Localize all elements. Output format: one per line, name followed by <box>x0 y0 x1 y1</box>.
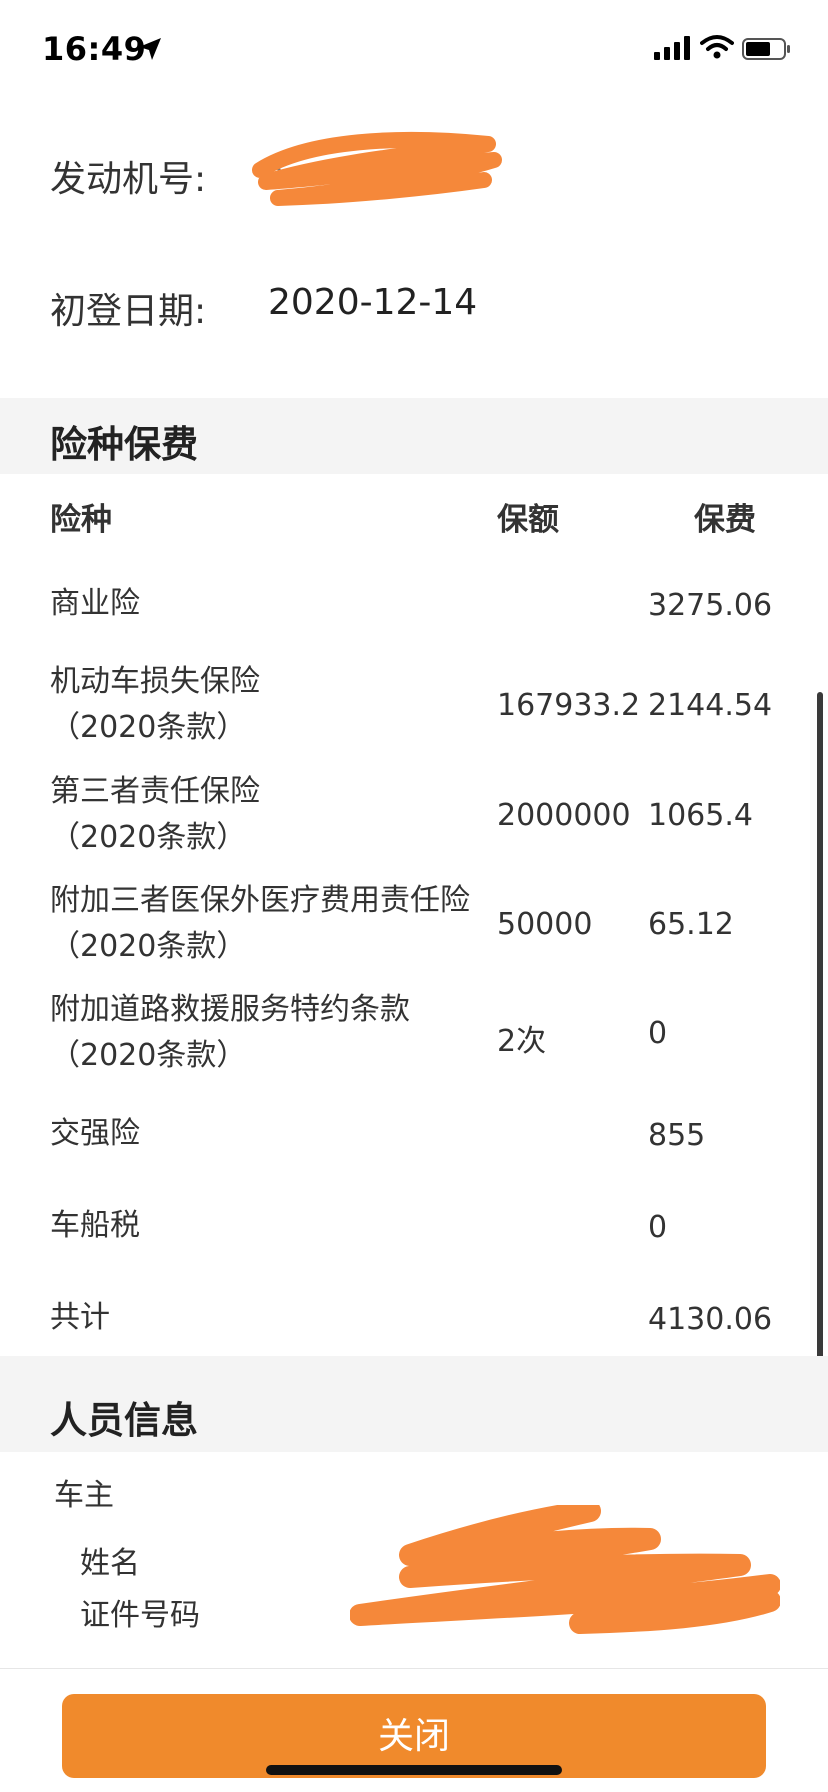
table-row-premium: 3275.06 <box>648 588 773 623</box>
battery-icon <box>742 38 790 60</box>
table-row-amount: 50000 <box>497 907 593 942</box>
table-row-total-premium: 4130.06 <box>648 1302 773 1337</box>
column-header-amount: 保额 <box>497 502 559 538</box>
id-number-label: 证件号码 <box>80 1598 200 1633</box>
insurance-section-title: 险种保费 <box>50 423 198 466</box>
table-row-premium: 2144.54 <box>648 688 773 723</box>
table-row-sub: （2020条款） <box>50 929 247 964</box>
table-row-name: 附加道路救援服务特约条款 <box>50 992 410 1027</box>
table-row-amount: 167933.2 <box>497 688 641 723</box>
cellular-signal-icon <box>654 36 690 60</box>
redaction-scribble <box>252 131 502 206</box>
table-row-name: 机动车损失保险 <box>50 664 260 699</box>
table-row-sub: （2020条款） <box>50 1038 247 1073</box>
table-row-sub: （2020条款） <box>50 820 247 855</box>
table-row-premium: 65.12 <box>648 907 734 942</box>
table-row-premium: 855 <box>648 1118 706 1153</box>
table-row-name: 交强险 <box>50 1116 140 1151</box>
table-row-total-name: 共计 <box>50 1300 110 1335</box>
table-row-name: 第三者责任保险 <box>50 774 260 809</box>
engine-number-label: 发动机号: <box>50 159 207 200</box>
personnel-section-title: 人员信息 <box>50 1399 198 1442</box>
home-indicator[interactable] <box>266 1765 562 1775</box>
table-row-amount: 2000000 <box>497 798 631 833</box>
owner-label: 车主 <box>54 1478 114 1513</box>
wifi-icon <box>700 35 734 59</box>
register-date-value: 2020-12-14 <box>268 282 478 323</box>
column-header-premium: 保费 <box>694 502 756 538</box>
table-row-amount: 2次 <box>497 1024 547 1059</box>
column-header-type: 险种 <box>50 502 112 538</box>
register-date-label: 初登日期: <box>50 291 207 332</box>
table-row-premium: 1065.4 <box>648 798 753 833</box>
redaction-scribble <box>350 1505 780 1634</box>
status-time: 16:49 <box>42 30 147 68</box>
table-row-sub: （2020条款） <box>50 710 247 745</box>
location-arrow-icon <box>139 38 161 60</box>
table-row-name: 附加三者医保外医疗费用责任险 <box>50 883 470 918</box>
table-row-premium: 0 <box>648 1016 668 1051</box>
footer-divider <box>0 1668 828 1669</box>
name-label: 姓名 <box>80 1546 140 1581</box>
scrollbar[interactable] <box>817 692 823 1420</box>
table-row-premium: 0 <box>648 1210 668 1245</box>
table-row-name: 商业险 <box>50 586 140 621</box>
table-row-name: 车船税 <box>50 1208 140 1243</box>
